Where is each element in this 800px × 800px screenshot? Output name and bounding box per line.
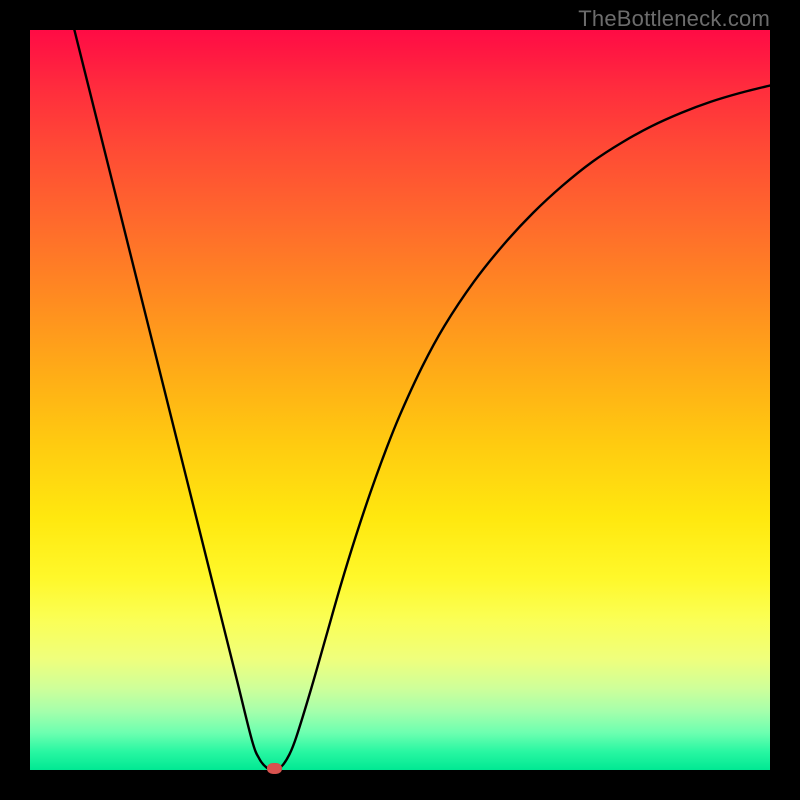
- bottleneck-curve: [74, 30, 770, 770]
- chart-frame: TheBottleneck.com: [0, 0, 800, 800]
- minimum-marker: [267, 763, 282, 774]
- plot-area: [30, 30, 770, 770]
- curve-svg: [30, 30, 770, 770]
- watermark-text: TheBottleneck.com: [578, 6, 770, 32]
